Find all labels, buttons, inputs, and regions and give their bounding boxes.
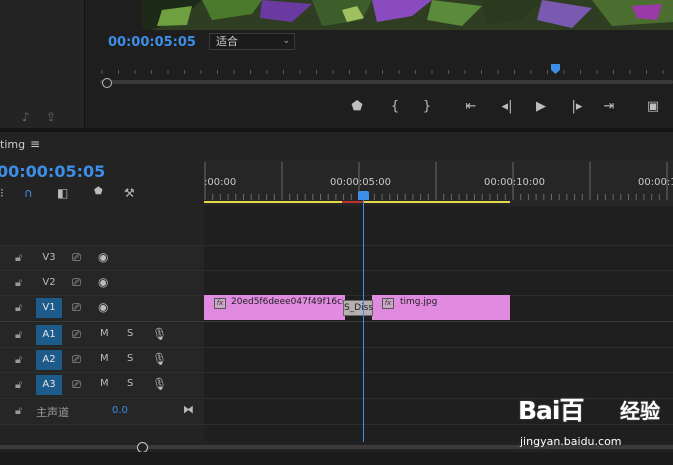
eye-icon[interactable]: ◉ — [98, 250, 108, 264]
clip-name: timg.jpg — [400, 297, 438, 307]
camera-icon[interactable]: ⎚ — [72, 276, 81, 290]
track-name[interactable]: V3 — [36, 248, 62, 268]
solo-button[interactable]: S — [127, 328, 133, 339]
go-to-end-icon[interactable]: ⧓ — [183, 403, 194, 416]
monitor-time-ruler[interactable] — [100, 58, 673, 76]
playhead-line — [363, 196, 364, 442]
mute-button[interactable]: M — [100, 328, 109, 339]
transition-clip[interactable]: S_Diss — [343, 300, 373, 316]
snap-magnet-icon[interactable]: ∩ — [24, 186, 33, 200]
track-name[interactable]: V2 — [36, 273, 62, 293]
camera-icon[interactable]: ⎚ — [72, 378, 81, 392]
monitor-playhead[interactable] — [551, 64, 560, 74]
track-header-v2[interactable]: 🔓︎ V2 ⎚ ◉ — [0, 271, 204, 295]
wrench-icon[interactable]: ⚒ — [124, 186, 135, 200]
source-panel-edge: ♪ ⇪ — [0, 0, 85, 128]
timeline-timecode-value: 00:00:05:05 — [0, 162, 106, 181]
monitor-zoom-bar[interactable] — [100, 80, 673, 84]
video-clip[interactable]: fx 20ed5f6deee047f49f16cbe5 — [204, 295, 345, 320]
transport-controls: ⬟ { } ⇤ ◂| ▶ |▸ ⇥ ▣ — [330, 96, 673, 118]
lock-icon[interactable]: 🔓︎ — [15, 276, 22, 290]
lock-icon[interactable]: 🔓︎ — [15, 251, 22, 265]
track-header-a2[interactable]: 🔓︎ A2 ⎚ M S 🎙︎ — [0, 348, 204, 372]
master-track-label: 主声道 — [36, 406, 69, 419]
export-icon[interactable]: ⇪ — [46, 110, 56, 124]
marker-icon[interactable]: ⬟ — [346, 96, 368, 118]
master-track-header — [0, 400, 204, 424]
mark-in-icon[interactable]: { — [384, 96, 406, 118]
timeline-ruler[interactable]: :00:00 00:00:05:00 00:00:10:00 00:00:15 — [204, 160, 673, 206]
video-preview — [142, 0, 673, 30]
mic-icon[interactable]: 🎙︎ — [152, 377, 167, 391]
render-bar — [342, 201, 364, 203]
fit-dropdown-value: 适合 — [216, 35, 238, 48]
audio-icon[interactable]: ♪ — [22, 110, 30, 124]
watermark-url: jingyan.baidu.com — [520, 435, 622, 448]
lock-icon[interactable]: 🔓︎ — [15, 353, 22, 367]
ruler-label: 00:00:10:00 — [484, 177, 546, 188]
fx-badge: fx — [214, 298, 226, 309]
sequence-tab[interactable]: timg — [0, 138, 25, 151]
mute-button[interactable]: M — [100, 353, 109, 364]
lock-icon[interactable]: 🔓︎ — [15, 378, 22, 392]
fit-dropdown[interactable]: 适合 ⌄ — [209, 33, 295, 50]
step-forward-icon[interactable]: |▸ — [566, 96, 588, 118]
export-frame-icon[interactable]: ▣ — [642, 96, 664, 118]
step-back-icon[interactable]: ◂| — [496, 96, 518, 118]
fx-badge: fx — [382, 298, 394, 309]
solo-button[interactable]: S — [127, 378, 133, 389]
video-clip[interactable]: fx timg.jpg — [372, 295, 510, 320]
camera-icon[interactable]: ⎚ — [72, 301, 81, 315]
track-name[interactable]: A3 — [36, 375, 62, 395]
monitor-zoom-handle[interactable] — [102, 78, 112, 88]
playhead-handle[interactable] — [358, 191, 369, 200]
mark-out-icon[interactable]: } — [416, 96, 438, 118]
timeline-timecode[interactable]: 00:00:05:05 — [0, 162, 108, 181]
nest-icon[interactable]: ⁝ — [0, 186, 4, 200]
mic-icon[interactable]: 🎙︎ — [152, 352, 167, 366]
eye-icon[interactable]: ◉ — [98, 275, 108, 289]
lock-icon[interactable]: 🔓︎ — [15, 301, 22, 315]
camera-icon[interactable]: ⎚ — [72, 251, 81, 265]
solo-button[interactable]: S — [127, 353, 133, 364]
track-name[interactable]: A1 — [36, 325, 62, 345]
track-name[interactable]: V1 — [36, 298, 62, 318]
track-header-a1[interactable]: 🔓︎ A1 ⎚ M S 🎙︎ — [0, 323, 204, 347]
clip-name: 20ed5f6deee047f49f16cbe5 — [231, 297, 343, 307]
baidu-watermark: Bai百 经验 jingyan.baidu.com — [518, 391, 668, 456]
panel-menu-icon[interactable]: ≡ — [30, 137, 40, 151]
lock-icon[interactable]: 🔓︎ — [15, 328, 22, 342]
mic-icon[interactable]: 🎙︎ — [152, 327, 167, 341]
ruler-label: 00:00:05:00 — [330, 177, 392, 188]
eye-icon[interactable]: ◉ — [98, 300, 108, 314]
linked-selection-icon[interactable]: ◧ — [57, 186, 68, 200]
camera-icon[interactable]: ⎚ — [72, 353, 81, 367]
track-header-v3[interactable]: 🔓︎ V3 ⎚ ◉ — [0, 246, 204, 270]
timeline-tools: ⁝ ∩ ◧ ⬟ ⚒ — [0, 186, 200, 202]
go-to-out-icon[interactable]: ⇥ — [598, 96, 620, 118]
ruler-label: 00:00:15 — [638, 177, 673, 188]
watermark-title: 经验 — [620, 399, 660, 423]
master-volume-value[interactable]: 0.0 — [112, 405, 128, 416]
track-header-a3[interactable]: 🔓︎ A3 ⎚ M S 🎙︎ — [0, 373, 204, 397]
lock-icon[interactable]: 🔓︎ — [15, 404, 22, 418]
play-icon[interactable]: ▶ — [530, 96, 552, 118]
camera-icon[interactable]: ⎚ — [72, 328, 81, 342]
go-to-in-icon[interactable]: ⇤ — [460, 96, 482, 118]
track-header-v1[interactable]: 🔓︎ V1 ⎚ ◉ — [0, 296, 204, 320]
baidu-logo: Bai百 — [518, 396, 584, 425]
ruler-label: :00:00 — [204, 177, 237, 188]
add-marker-icon[interactable]: ⬟ — [94, 186, 103, 197]
program-timecode[interactable]: 00:00:05:05 — [108, 35, 196, 50]
track-divider — [0, 321, 673, 322]
chevron-down-icon: ⌄ — [282, 36, 290, 46]
track-name[interactable]: A2 — [36, 350, 62, 370]
mute-button[interactable]: M — [100, 378, 109, 389]
